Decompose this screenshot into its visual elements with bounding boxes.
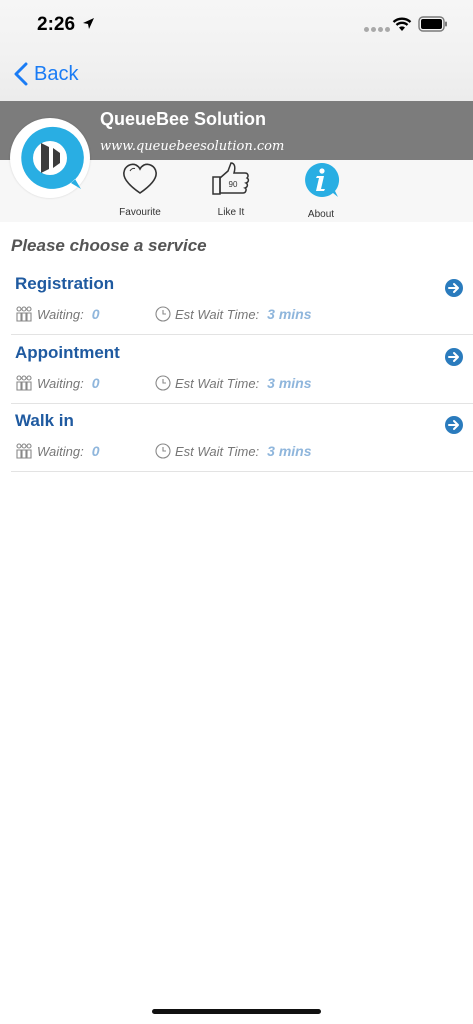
est-wait-value: 3 mins <box>267 375 312 391</box>
waiting-info: Waiting: 0 <box>15 306 100 322</box>
waiting-info: Waiting: 0 <box>15 443 100 459</box>
service-name: Walk in <box>15 411 74 430</box>
clock-icon <box>155 443 171 459</box>
people-icon <box>16 306 32 322</box>
service-name: Registration <box>15 274 115 293</box>
arrow-right-circle-icon[interactable] <box>444 415 464 440</box>
home-indicator[interactable] <box>152 1009 321 1014</box>
est-wait-info: Est Wait Time: 3 mins <box>155 306 312 322</box>
favourite-label: Favourite <box>119 207 161 218</box>
clock-icon <box>155 306 171 322</box>
like-count: 90 <box>229 180 238 189</box>
like-label: Like It <box>217 207 245 218</box>
service-name: Appointment <box>15 343 120 362</box>
wifi-icon <box>392 17 412 37</box>
waiting-count: 0 <box>91 375 100 391</box>
about-button[interactable]: About <box>281 162 361 220</box>
est-wait-label: Est Wait Time: <box>175 306 260 322</box>
arrow-right-circle-icon[interactable] <box>444 347 464 372</box>
waiting-count: 0 <box>91 443 100 459</box>
service-item-appointment[interactable]: Appointment Waiting: 0 Est Wait Time: 3 … <box>11 335 473 404</box>
est-wait-value: 3 mins <box>267 443 312 459</box>
favourite-button[interactable]: Favourite <box>100 162 180 218</box>
clock-icon <box>155 375 171 391</box>
waiting-label: Waiting: <box>37 443 84 459</box>
people-icon <box>16 443 32 459</box>
waiting-info: Waiting: 0 <box>15 375 100 391</box>
section-title: Please choose a service <box>11 236 207 255</box>
waiting-count: 0 <box>91 306 100 322</box>
top-area: 2:26 Back <box>0 0 473 101</box>
heart-icon <box>123 163 157 194</box>
thumbs-up-icon: 90 <box>212 162 250 195</box>
service-item-registration[interactable]: Registration Waiting: 0 Est Wait Time: 3… <box>11 266 473 335</box>
est-wait-info: Est Wait Time: 3 mins <box>155 375 312 391</box>
like-button[interactable]: 90 Like It <box>191 162 271 218</box>
cellular-signal-icon <box>364 27 390 32</box>
organization-url[interactable]: www.queuebeesolution.com <box>100 139 284 154</box>
organization-logo <box>10 118 90 198</box>
est-wait-label: Est Wait Time: <box>175 443 260 459</box>
service-item-walk-in[interactable]: Walk in Waiting: 0 Est Wait Time: 3 mins <box>11 403 473 472</box>
status-bar: 2:26 <box>0 0 473 50</box>
people-icon <box>16 375 32 391</box>
est-wait-info: Est Wait Time: 3 mins <box>155 443 312 459</box>
waiting-label: Waiting: <box>37 375 84 391</box>
back-label: Back <box>34 62 79 85</box>
chevron-left-icon <box>14 62 28 86</box>
waiting-label: Waiting: <box>37 306 84 322</box>
est-wait-label: Est Wait Time: <box>175 375 260 391</box>
status-time: 2:26 <box>37 14 76 35</box>
organization-name: QueueBee Solution <box>100 109 267 129</box>
est-wait-value: 3 mins <box>267 306 312 322</box>
battery-icon <box>418 16 448 37</box>
arrow-right-circle-icon[interactable] <box>444 278 464 303</box>
info-icon <box>305 162 340 197</box>
location-arrow-icon <box>82 17 95 35</box>
back-button[interactable]: Back <box>14 62 78 86</box>
about-label: About <box>307 209 335 220</box>
